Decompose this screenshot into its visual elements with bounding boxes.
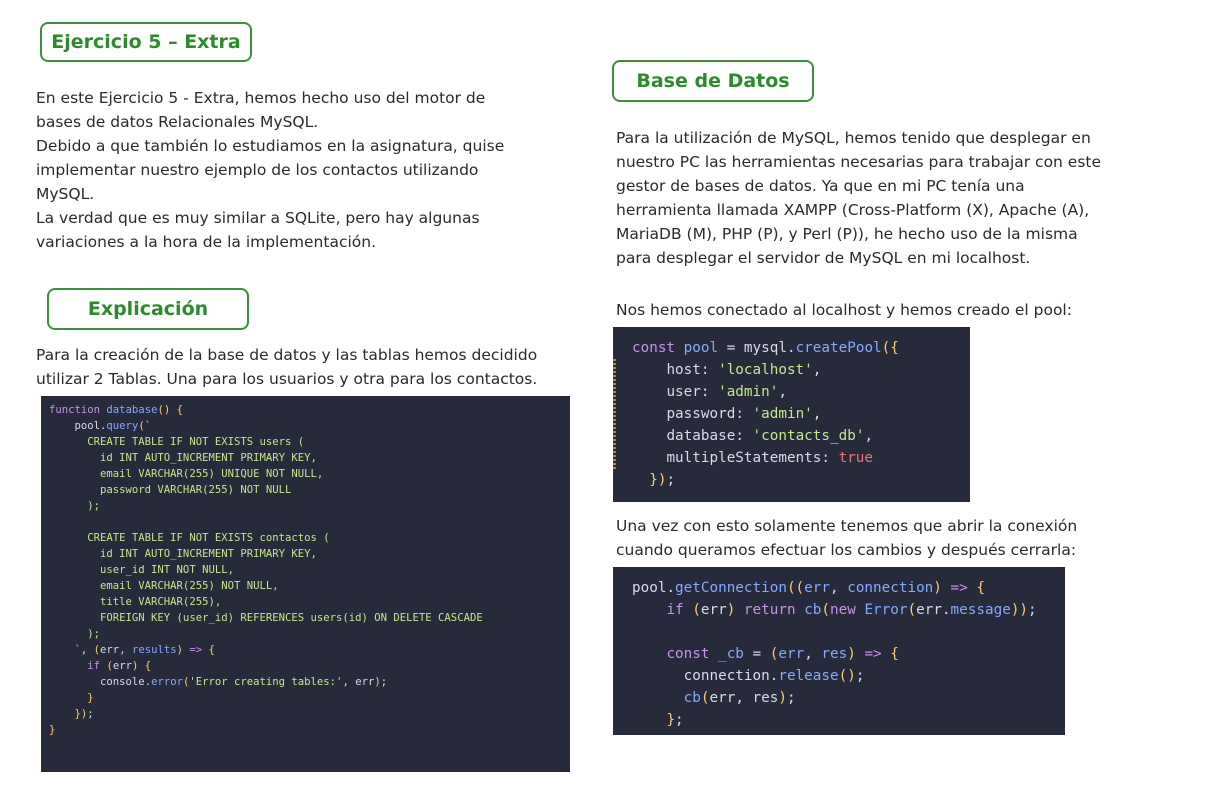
intro-line: bases de datos Relacionales MySQL.	[36, 113, 319, 131]
intro-line: En este Ejercicio 5 - Extra, hemos hecho…	[36, 89, 486, 107]
base-line: Para la utilización de MySQL, hemos teni…	[616, 129, 1091, 147]
pool-line: Nos hemos conectado al localhost y hemos…	[616, 301, 1072, 319]
heading-base-de-datos: Base de Datos	[612, 60, 814, 102]
intro-line: La verdad que es muy similar a SQLite, p…	[36, 209, 480, 227]
indent-guide	[613, 359, 616, 469]
explicacion-paragraph: Para la creación de la base de datos y l…	[36, 343, 537, 391]
heading-ejercicio: Ejercicio 5 – Extra	[40, 22, 252, 62]
heading-explicacion: Explicación	[47, 288, 249, 330]
intro-paragraph: En este Ejercicio 5 - Extra, hemos hecho…	[36, 86, 504, 254]
base-line: nuestro PC las herramientas necesarias p…	[616, 153, 1102, 171]
code-pool-text: const pool = mysql.createPool({ host: 'l…	[632, 340, 899, 488]
conexion-line: Una vez con esto solamente tenemos que a…	[616, 517, 1078, 535]
code-database-text: function database() { pool.query(` CREAT…	[49, 404, 483, 736]
code-connection-text: pool.getConnection((err, connection) => …	[632, 580, 1037, 735]
pool-paragraph: Nos hemos conectado al localhost y hemos…	[616, 298, 1072, 322]
heading-base-de-datos-text: Base de Datos	[636, 70, 790, 92]
intro-line: Debido a que también lo estudiamos en la…	[36, 137, 505, 155]
intro-line: MySQL.	[36, 185, 95, 203]
explicacion-line: Para la creación de la base de datos y l…	[36, 346, 538, 364]
code-block-database: function database() { pool.query(` CREAT…	[41, 396, 570, 772]
base-line: MariaDB (M), PHP (P), y Perl (P)), he he…	[616, 225, 1078, 243]
explicacion-line: utilizar 2 Tablas. Una para los usuarios…	[36, 370, 538, 388]
base-line: herramienta llamada XAMPP (Cross-Platfor…	[616, 201, 1090, 219]
base-line: para desplegar el servidor de MySQL en m…	[616, 249, 1031, 267]
conexion-paragraph: Una vez con esto solamente tenemos que a…	[616, 514, 1077, 562]
base-line: gestor de bases de datos. Ya que en mi P…	[616, 177, 1025, 195]
conexion-line: cuando queramos efectuar los cambios y d…	[616, 541, 1077, 559]
code-block-pool: const pool = mysql.createPool({ host: 'l…	[613, 327, 970, 502]
heading-ejercicio-text: Ejercicio 5 – Extra	[51, 31, 241, 53]
intro-line: implementar nuestro ejemplo de los conta…	[36, 161, 479, 179]
intro-line: variaciones a la hora de la implementaci…	[36, 233, 377, 251]
base-paragraph: Para la utilización de MySQL, hemos teni…	[616, 126, 1101, 270]
heading-explicacion-text: Explicación	[87, 298, 209, 320]
code-block-connection: pool.getConnection((err, connection) => …	[613, 567, 1065, 735]
